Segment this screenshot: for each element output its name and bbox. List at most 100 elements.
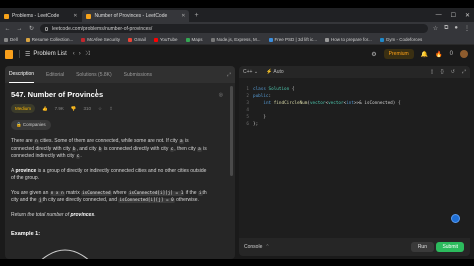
star-icon[interactable]: ☆ xyxy=(433,25,438,32)
notifications-icon[interactable]: 🔔 xyxy=(421,51,428,58)
code-line[interactable]: 2 public: xyxy=(239,93,470,100)
premium-button[interactable]: Premium xyxy=(383,49,414,59)
bookmark-item[interactable]: Resume Collection... xyxy=(25,37,73,42)
reset-icon[interactable]: ↺ xyxy=(451,69,455,75)
letterbox-bottom xyxy=(0,259,474,266)
autocomplete-mode[interactable]: ⚡ Auto xyxy=(266,69,284,75)
reload-icon[interactable]: ↻ xyxy=(28,25,35,32)
description-paragraph: You are given an n x n matrix isConnecte… xyxy=(11,189,207,203)
bookmark-item[interactable]: Node.js, Express, M... xyxy=(210,37,261,42)
next-problem-icon[interactable]: › xyxy=(79,51,81,57)
tab-editorial[interactable]: Editorial xyxy=(46,66,64,83)
menu-icon[interactable]: ⋮ xyxy=(464,25,470,32)
shuffle-icon[interactable]: ⤨ xyxy=(85,51,90,58)
code-line[interactable]: 5 } xyxy=(239,114,470,121)
tab-description[interactable]: Description xyxy=(9,66,35,83)
line-number: 5 xyxy=(246,115,249,120)
browser-tabstrip: Problems - LeetCode ✕ Number of Province… xyxy=(0,8,474,22)
youtube-icon xyxy=(153,37,158,42)
like-count: 7.9K xyxy=(54,106,64,111)
scrollbar[interactable] xyxy=(230,86,233,176)
bookmark-item[interactable]: Maps xyxy=(185,37,203,42)
streak-icon[interactable]: 🔥 xyxy=(435,51,442,58)
code-line[interactable]: 1 class Solution { xyxy=(239,86,470,93)
dislike-icon[interactable]: 👎 xyxy=(71,106,77,112)
code-line[interactable]: 6}; xyxy=(239,121,470,128)
help-chat-icon[interactable] xyxy=(451,214,460,223)
code-line[interactable]: 3 int findCircleNum(vector<vector<int>>&… xyxy=(239,100,470,107)
description-panel: Description Editorial Solutions (5.8K) S… xyxy=(5,66,235,259)
dislike-count: 310 xyxy=(83,106,92,111)
bookmarks-bar: Dell Resume Collection... McAfee Securit… xyxy=(0,35,474,45)
close-window-icon[interactable]: ✕ xyxy=(465,12,470,19)
panel-expand-icon[interactable]: ⤢ xyxy=(227,72,231,78)
like-icon[interactable]: 👍 xyxy=(42,106,48,112)
description-body: 547. Number of Provinces ◎ Medium 👍 7.9K… xyxy=(5,83,235,244)
tab-submissions[interactable]: Submissions xyxy=(124,66,152,83)
braces-icon[interactable]: {} xyxy=(440,69,443,75)
maximize-icon[interactable]: ☐ xyxy=(451,12,456,19)
debug-icon[interactable]: ⚙ xyxy=(371,51,376,58)
bookmark-item[interactable]: How to prepare for... xyxy=(324,37,372,42)
address-bar-actions: ☆ ⧉ ● ⋮ xyxy=(433,25,470,32)
code-area[interactable]: 1 class Solution {2 public: 3 int findCircl… xyxy=(239,78,470,128)
bookmark-item[interactable]: McAfee Security xyxy=(81,37,120,42)
share-icon[interactable]: ⇪ xyxy=(109,106,113,112)
screen: Problems - LeetCode ✕ Number of Province… xyxy=(0,0,474,266)
code-line[interactable]: 4 xyxy=(239,107,470,114)
chevron-up-icon[interactable]: ⌃ xyxy=(265,244,269,250)
lock-icon xyxy=(45,26,48,31)
leetcode-favicon-icon xyxy=(86,13,92,19)
settings-icon[interactable]: ◎ xyxy=(219,92,223,98)
console-toggle[interactable]: Console xyxy=(244,244,262,250)
code-text: class Solution { xyxy=(253,87,295,92)
problem-list-link[interactable]: Problem List xyxy=(33,51,66,57)
minimize-icon[interactable]: — xyxy=(436,12,442,18)
bookmark-item[interactable]: Free PSD | 3d lift ic... xyxy=(268,37,317,42)
leetcode-navbar: ☰ Problem List ‹ › ⤨ ⚙ Premium 🔔 🔥 0 xyxy=(0,45,474,63)
bookmark-item[interactable]: Gym - Codeforces xyxy=(379,37,422,42)
gmail-icon xyxy=(128,37,133,42)
list-icon[interactable]: ☰ xyxy=(25,51,30,58)
url-field[interactable]: leetcode.com/problems/number-of-province… xyxy=(40,24,428,33)
navbar-right: ⚙ Premium 🔔 🔥 0 xyxy=(371,49,468,59)
language-select[interactable]: C++ ⌄ xyxy=(243,69,258,75)
streak-count: 0 xyxy=(449,51,453,57)
lock-icon: 🔒 xyxy=(16,122,23,127)
close-tab-icon[interactable]: ✕ xyxy=(181,13,185,19)
fullscreen-icon[interactable]: ⤢ xyxy=(462,69,466,75)
new-tab-button[interactable]: + xyxy=(194,10,198,22)
example-graph-image xyxy=(41,249,89,259)
code-text: public: xyxy=(253,94,272,99)
avatar[interactable] xyxy=(460,50,468,58)
example-heading: Example 1: xyxy=(11,231,41,237)
bookmark-icon[interactable]: ▯ xyxy=(431,69,434,75)
tab-solutions[interactable]: Solutions (5.8K) xyxy=(76,66,112,83)
star-icon[interactable]: ☆ xyxy=(98,106,102,112)
editor-actions: ▯ {} ↺ ⤢ xyxy=(431,69,466,75)
run-button[interactable]: Run xyxy=(410,242,434,252)
bookmark-item[interactable]: Dell xyxy=(4,37,18,42)
profile-icon[interactable]: ● xyxy=(454,25,458,32)
problem-meta: Medium 👍 7.9K 👎 310 ☆ ⇪ xyxy=(11,104,229,113)
close-tab-icon[interactable]: ✕ xyxy=(73,13,77,19)
bookmark-item[interactable]: YouTube xyxy=(153,37,178,42)
mcafee-icon xyxy=(81,37,86,42)
extensions-icon[interactable]: ⧉ xyxy=(444,25,448,32)
problem-title: 547. Number of Provinces xyxy=(11,90,104,99)
editor-toolbar: C++ ⌄ ⚡ Auto ▯ {} ↺ ⤢ xyxy=(239,66,470,78)
bookmark-item[interactable]: Gmail xyxy=(128,37,146,42)
leetcode-logo-icon[interactable] xyxy=(5,49,13,59)
prev-problem-icon[interactable]: ‹ xyxy=(73,51,75,57)
forward-icon[interactable]: → xyxy=(16,26,23,32)
browser-tab-number-of-provinces[interactable]: Number of Provinces - LeetCode ✕ xyxy=(82,10,190,22)
page-icon xyxy=(324,37,329,42)
browser-tab-problems[interactable]: Problems - LeetCode ✕ xyxy=(0,10,82,22)
leetcode-favicon-icon xyxy=(4,13,9,19)
tab-label: Problems - LeetCode xyxy=(12,13,60,19)
companies-button[interactable]: 🔒 Companies xyxy=(11,120,51,130)
line-number: 3 xyxy=(246,101,249,106)
letterbox-top xyxy=(0,0,474,8)
back-icon[interactable]: ← xyxy=(4,26,11,32)
submit-button[interactable]: Submit xyxy=(436,242,464,252)
